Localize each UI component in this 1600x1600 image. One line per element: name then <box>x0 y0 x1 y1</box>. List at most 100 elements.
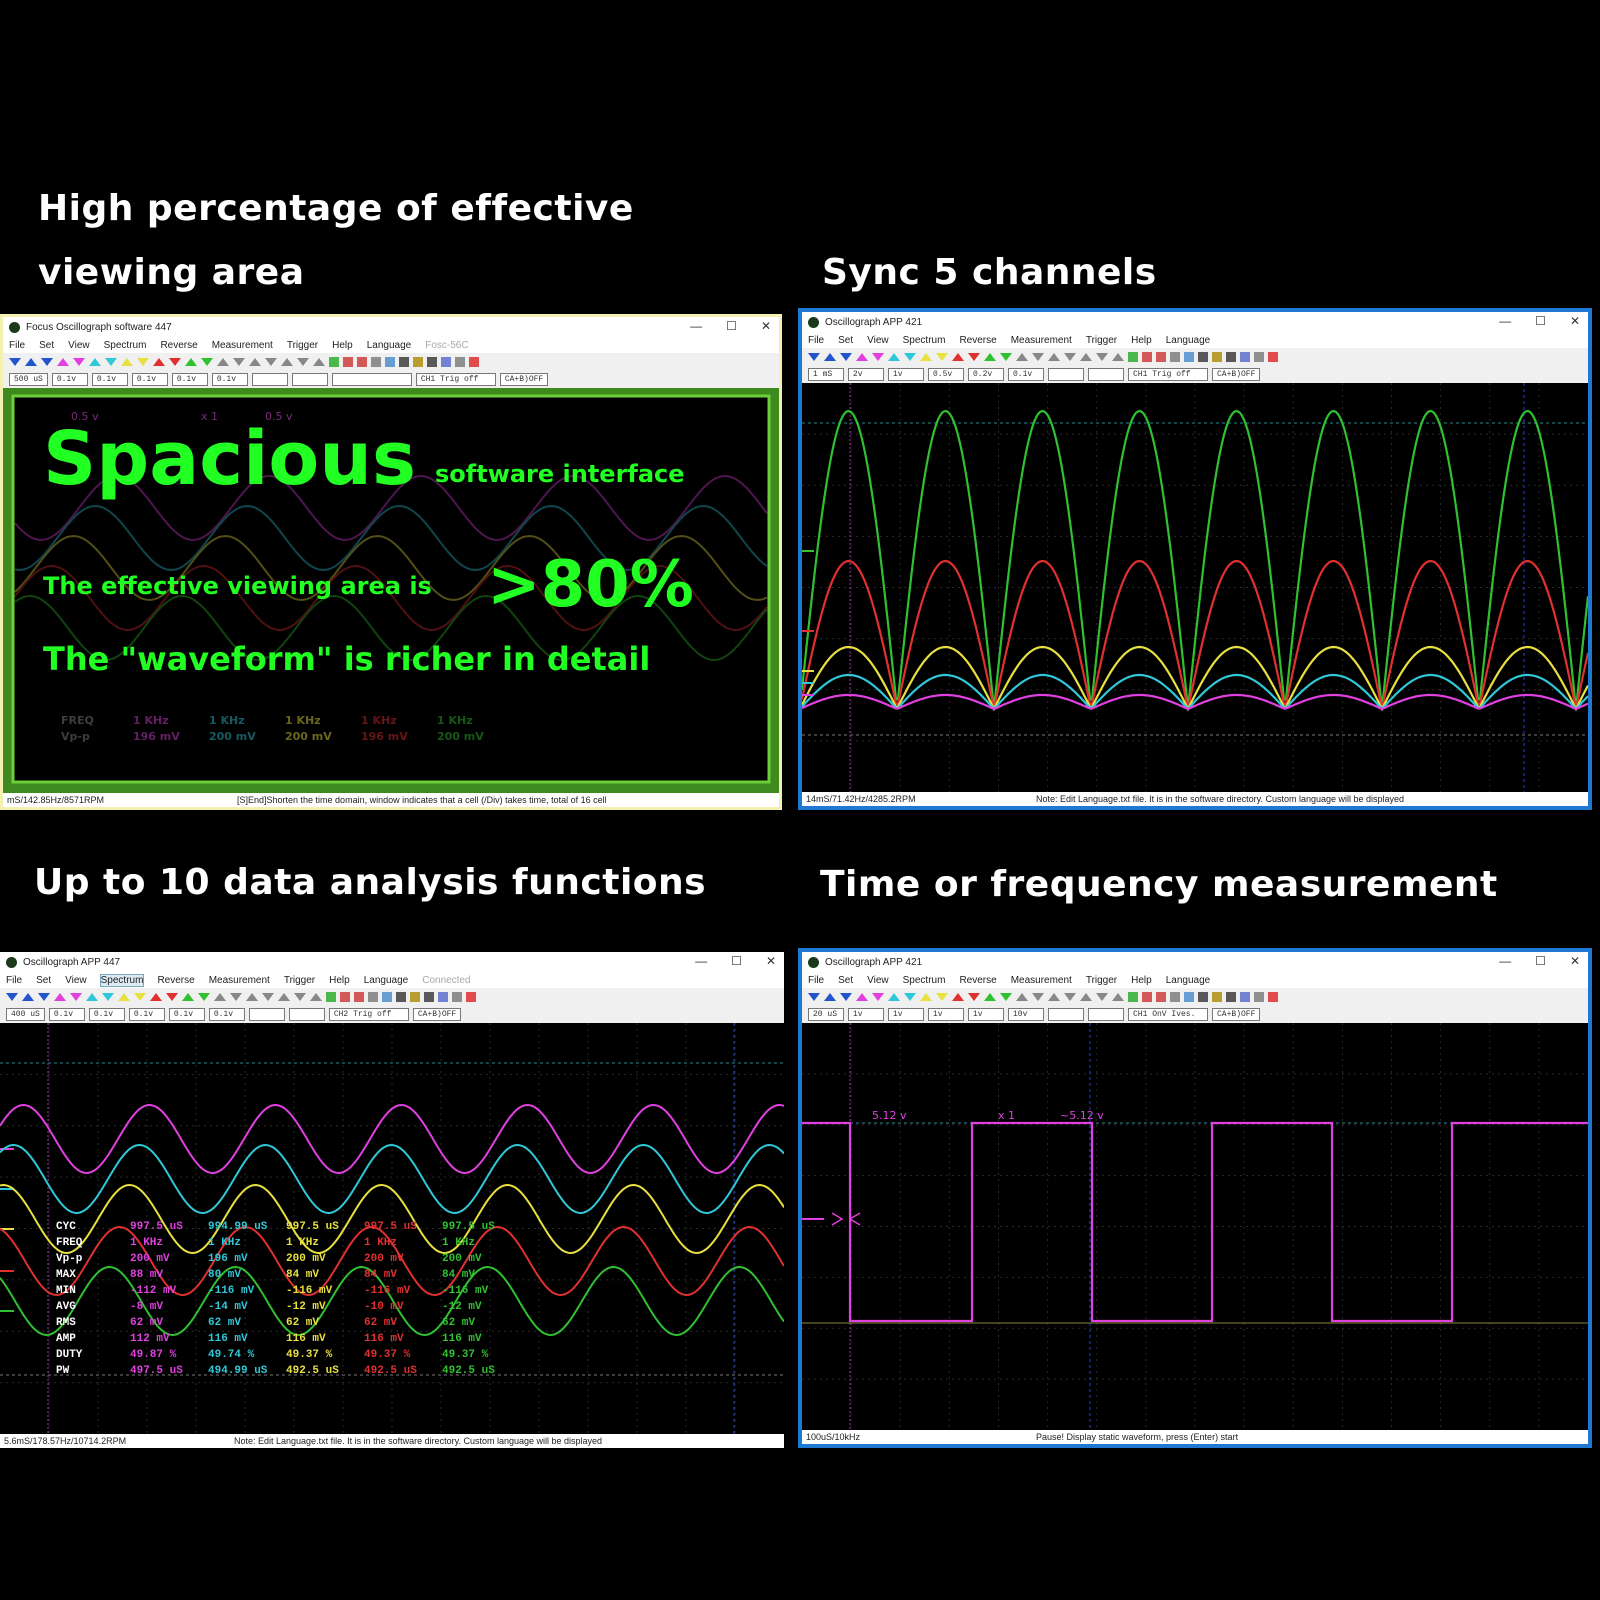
toolbar-icon[interactable] <box>1254 992 1264 1002</box>
menu-trigger[interactable]: Trigger <box>1086 975 1117 986</box>
toolbar-icon[interactable] <box>134 993 146 1001</box>
menu-measurement[interactable]: Measurement <box>212 340 273 351</box>
toolbar-icon[interactable] <box>1226 352 1236 362</box>
toolbar-icon[interactable] <box>1142 352 1152 362</box>
toolbar-icon[interactable] <box>1096 353 1108 361</box>
menu-set[interactable]: Set <box>838 975 853 986</box>
empty-field[interactable] <box>1088 1008 1124 1021</box>
toolbar-icon[interactable] <box>310 993 322 1001</box>
toolbar-icon[interactable] <box>952 353 964 361</box>
menu-file[interactable]: File <box>808 335 824 346</box>
ch1-volts-field[interactable]: 2v <box>848 368 884 381</box>
toolbar-icon[interactable] <box>41 358 53 366</box>
toolbar-icon[interactable] <box>936 353 948 361</box>
ch4-volts-field[interactable]: 0.1v <box>168 1008 205 1021</box>
empty-field[interactable] <box>1048 1008 1084 1021</box>
toolbar-icon[interactable] <box>904 993 916 1001</box>
ch5-volts-field[interactable]: 0.1v <box>211 373 248 386</box>
menu-file[interactable]: File <box>9 340 25 351</box>
toolbar-icon[interactable] <box>466 992 476 1002</box>
toolbar-icon[interactable] <box>38 993 50 1001</box>
toolbar-icon[interactable] <box>808 353 820 361</box>
toolbar-icon[interactable] <box>1156 992 1166 1002</box>
toolbar-icon[interactable] <box>936 993 948 1001</box>
menu-view[interactable]: View <box>867 335 889 346</box>
menu-reverse[interactable]: Reverse <box>160 340 197 351</box>
empty-field[interactable] <box>251 373 288 386</box>
toolbar-icon[interactable] <box>368 992 378 1002</box>
toolbar-icon[interactable] <box>1254 352 1264 362</box>
ch4-volts-field[interactable]: 0.1v <box>171 373 208 386</box>
toolbar-icon[interactable] <box>297 358 309 366</box>
toolbar-icon[interactable] <box>452 992 462 1002</box>
menu-reverse[interactable]: Reverse <box>959 975 996 986</box>
toolbar-icon[interactable] <box>1198 992 1208 1002</box>
toolbar-icon[interactable] <box>169 358 181 366</box>
toolbar-icon[interactable] <box>385 357 395 367</box>
menu-spectrum[interactable]: Spectrum <box>903 975 946 986</box>
toolbar-icon[interactable] <box>1156 352 1166 362</box>
toolbar-icon[interactable] <box>233 358 245 366</box>
menu-view[interactable]: View <box>867 975 889 986</box>
menu-file[interactable]: File <box>808 975 824 986</box>
toolbar-icon[interactable] <box>984 993 996 1001</box>
menu-language[interactable]: Language <box>1166 975 1211 986</box>
menu-measurement[interactable]: Measurement <box>1011 975 1072 986</box>
toolbar-icon[interactable] <box>1048 353 1060 361</box>
toolbar-icon[interactable] <box>73 358 85 366</box>
toolbar-icon[interactable] <box>413 357 423 367</box>
toolbar-icon[interactable] <box>968 993 980 1001</box>
toolbar-icon[interactable] <box>1212 992 1222 1002</box>
menu-trigger[interactable]: Trigger <box>287 340 318 351</box>
menu-spectrum[interactable]: Spectrum <box>104 340 147 351</box>
toolbar-icon[interactable] <box>6 993 18 1001</box>
ch5-volts-field[interactable]: 0.1v <box>208 1008 245 1021</box>
toolbar-icon[interactable] <box>856 993 868 1001</box>
toolbar-icon[interactable] <box>121 358 133 366</box>
toolbar-icon[interactable] <box>354 992 364 1002</box>
toolbar-icon[interactable] <box>1096 993 1108 1001</box>
menu-spectrum[interactable]: Spectrum <box>99 973 145 987</box>
toolbar-icon[interactable] <box>1128 352 1138 362</box>
menu-view[interactable]: View <box>68 340 90 351</box>
ch3-volts-field[interactable]: 1v <box>928 1008 964 1021</box>
toolbar-icon[interactable] <box>326 992 336 1002</box>
toolbar-icon[interactable] <box>1170 352 1180 362</box>
close-icon[interactable]: ✕ <box>766 954 776 968</box>
ch1-volts-field[interactable]: 1v <box>848 1008 884 1021</box>
toolbar-icon[interactable] <box>1080 353 1092 361</box>
ch4-volts-field[interactable]: 1v <box>968 1008 1004 1021</box>
menu-help[interactable]: Help <box>329 975 350 986</box>
math-mode-field[interactable]: CA+B)OFF <box>499 373 549 386</box>
math-mode-field[interactable]: CA+B)OFF <box>412 1008 462 1021</box>
toolbar-icon[interactable] <box>118 993 130 1001</box>
toolbar-icon[interactable] <box>424 992 434 1002</box>
toolbar-icon[interactable] <box>9 358 21 366</box>
menu-trigger[interactable]: Trigger <box>284 975 315 986</box>
toolbar-icon[interactable] <box>185 358 197 366</box>
toolbar-icon[interactable] <box>1016 353 1028 361</box>
toolbar-icon[interactable] <box>840 993 852 1001</box>
maximize-icon[interactable]: ☐ <box>1535 954 1546 968</box>
math-mode-field[interactable]: CA+B)OFF <box>1212 1008 1261 1021</box>
toolbar-icon[interactable] <box>343 357 353 367</box>
toolbar-icon[interactable] <box>57 358 69 366</box>
ch3-volts-field[interactable]: 0.1v <box>128 1008 165 1021</box>
toolbar-icon[interactable] <box>329 357 339 367</box>
toolbar-icon[interactable] <box>1170 992 1180 1002</box>
toolbar-icon[interactable] <box>920 353 932 361</box>
ch4-volts-field[interactable]: 0.2v <box>968 368 1004 381</box>
toolbar-icon[interactable] <box>230 993 242 1001</box>
toolbar-icon[interactable] <box>278 993 290 1001</box>
toolbar-icon[interactable] <box>166 993 178 1001</box>
empty-field[interactable] <box>1088 368 1124 381</box>
maximize-icon[interactable]: ☐ <box>731 954 742 968</box>
toolbar-icon[interactable] <box>1268 992 1278 1002</box>
toolbar-icon[interactable] <box>1184 352 1194 362</box>
minimize-icon[interactable]: — <box>1499 954 1511 968</box>
trigger-field[interactable]: CH1 Trig off <box>1128 368 1208 381</box>
menu-measurement[interactable]: Measurement <box>1011 335 1072 346</box>
toolbar-icon[interactable] <box>840 353 852 361</box>
toolbar-icon[interactable] <box>427 357 437 367</box>
toolbar-icon[interactable] <box>1198 352 1208 362</box>
